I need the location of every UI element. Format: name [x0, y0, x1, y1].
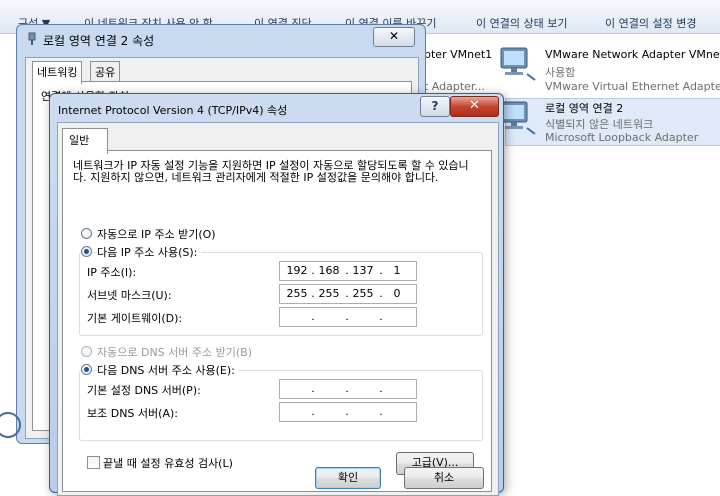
change-settings-button[interactable]: 이 연결의 설정 변경 [605, 15, 696, 31]
preferred-dns-label: 기본 설정 DNS 서버(P): [87, 384, 201, 397]
adapter-status: 식별되지 않은 네트워크 [545, 118, 654, 131]
close-icon: ✕ [469, 98, 480, 113]
network-adapter-icon[interactable] [497, 44, 537, 84]
dot: . [311, 310, 315, 323]
dot: . [379, 405, 383, 418]
close-button[interactable]: ✕ [373, 27, 415, 47]
validate-label[interactable]: 끝낼 때 설정 유효성 검사(L) [103, 455, 233, 471]
ip-address-label: IP 주소(I): [87, 266, 137, 279]
ip-auto-label[interactable]: 자동으로 IP 주소 받기(O) [97, 226, 216, 242]
tcpipv4-properties-dialog: Internet Protocol Version 4 (TCP/IPv4) 속… [49, 93, 504, 496]
tab-networking[interactable]: 네트워킹 [32, 61, 83, 84]
octet: 255 [286, 287, 308, 300]
dot: . [345, 382, 349, 395]
adapter-name[interactable]: 로컬 영역 연결 2 [545, 100, 623, 116]
octet: 255 [352, 287, 374, 300]
dns-manual-label[interactable]: 다음 DNS 서버 주소 사용(E): [97, 362, 239, 378]
octet: 255 [318, 287, 340, 300]
view-status-button[interactable]: 이 연결의 상태 보기 [476, 15, 567, 31]
adapter-name[interactable]: pter VMnet1 [424, 48, 492, 61]
dot: . [345, 405, 349, 418]
adapter-description: VMware Virtual Ethernet Adapter... [545, 80, 720, 93]
cancel-button[interactable]: 취소 [404, 467, 484, 489]
octet: 192 [286, 264, 308, 277]
subnet-mask-input[interactable]: 255. 255. 255. 0 [279, 284, 417, 304]
subnet-mask-label: 서브넷 마스크(U): [87, 289, 172, 302]
ip-manual-label[interactable]: 다음 IP 주소 사용(S): [97, 244, 202, 260]
partial-window-edge-icon [0, 412, 21, 438]
dot: . [345, 310, 349, 323]
alternate-dns-label: 보조 DNS 서버(A): [87, 407, 178, 420]
ip-manual-radio[interactable] [81, 246, 92, 257]
dot: . [379, 310, 383, 323]
dns-auto-label[interactable]: 자동으로 DNS 서버 주소 받기(B) [97, 344, 252, 360]
help-button[interactable]: ? [420, 96, 450, 117]
default-gateway-label: 기본 게이트웨이(D): [87, 312, 183, 325]
dot: . [379, 382, 383, 395]
octet: 1 [393, 264, 401, 277]
adapter-name[interactable]: VMware Network Adapter VMnet2 [545, 48, 720, 61]
dialog-title: Internet Protocol Version 4 (TCP/IPv4) 속… [58, 104, 288, 117]
help-icon: ? [431, 99, 439, 113]
tab-general[interactable]: 일반 [62, 128, 109, 154]
network-plug-icon [28, 32, 36, 45]
close-button[interactable]: ✕ [450, 96, 499, 117]
octet: 0 [393, 287, 401, 300]
ok-button[interactable]: 확인 [315, 467, 381, 489]
ip-address-input[interactable]: 192. 168. 137. 1 [279, 261, 417, 281]
window-title: 로컬 영역 연결 2 속성 [43, 34, 155, 48]
general-tab-panel: 네트워크가 IP 자동 설정 기능을 지원하면 IP 설정이 자동으로 할당되도… [62, 150, 492, 492]
description-text: 네트워크가 IP 자동 설정 기능을 지원하면 IP 설정이 자동으로 할당되도… [73, 159, 469, 184]
alternate-dns-input[interactable]: . . . [279, 402, 417, 422]
octet: 168 [318, 264, 340, 277]
default-gateway-input[interactable]: . . . [279, 307, 417, 327]
close-icon: ✕ [388, 29, 400, 43]
adapter-description: t Adapter... [424, 80, 485, 93]
dialog-client-area: 일반 네트워크가 IP 자동 설정 기능을 지원하면 IP 설정이 자동으로 할… [57, 122, 499, 496]
octet: 137 [352, 264, 374, 277]
preferred-dns-input[interactable]: . . . [279, 379, 417, 399]
dot: . [311, 405, 315, 418]
dns-auto-radio[interactable] [81, 346, 92, 357]
ip-auto-radio[interactable] [81, 228, 92, 239]
adapter-status: 사용함 [545, 66, 576, 79]
adapter-description: Microsoft Loopback Adapter [545, 131, 699, 144]
dot: . [311, 382, 315, 395]
validate-checkbox[interactable] [87, 456, 100, 469]
dns-manual-radio[interactable] [81, 364, 92, 375]
